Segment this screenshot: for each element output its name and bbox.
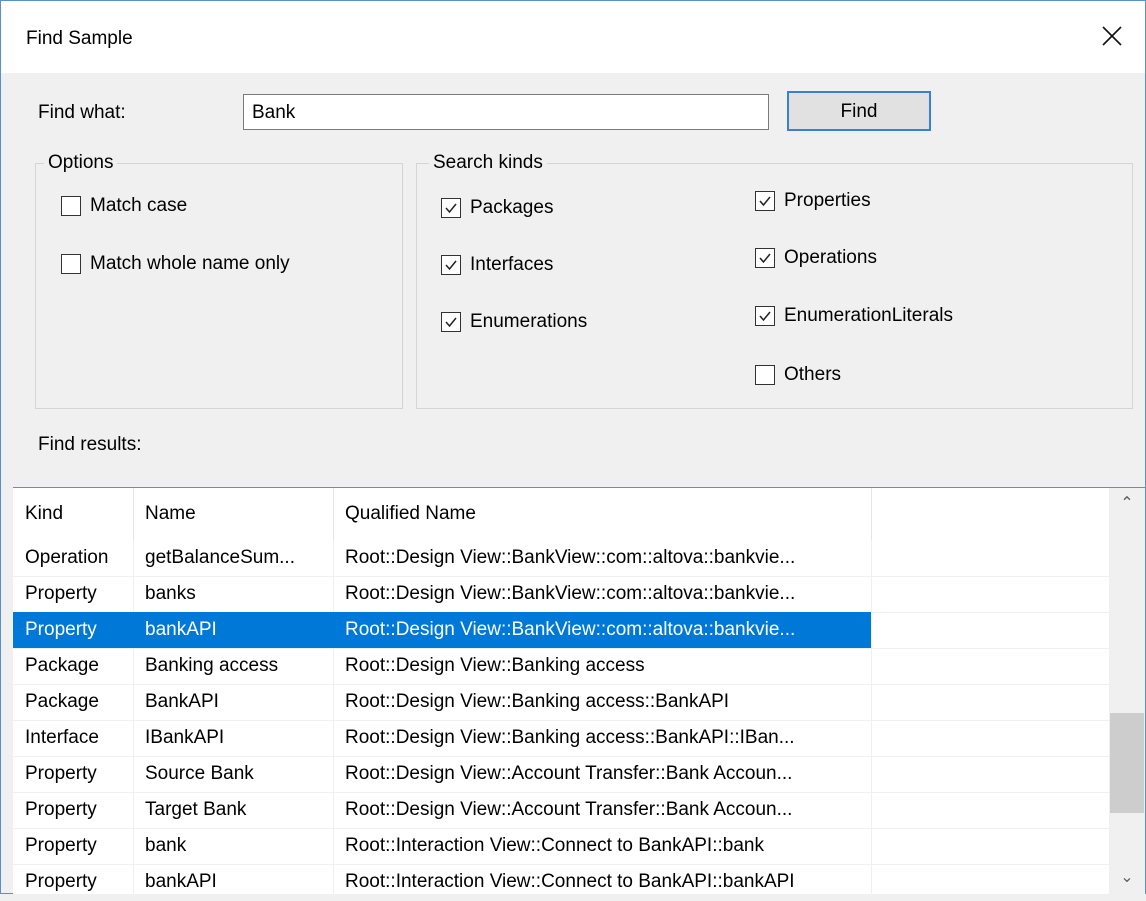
cell-name: Banking access (145, 655, 279, 676)
cell-qualified-name: Root::Design View::Banking access::BankA… (345, 691, 730, 712)
checkmark-icon (445, 260, 457, 271)
cell-kind: Property (25, 799, 97, 820)
checkmark-icon (759, 311, 771, 322)
packages-checkbox[interactable]: Packages (441, 196, 553, 220)
checkbox-box (755, 306, 775, 326)
cell-qualified-name: Root::Interaction View::Connect to BankA… (345, 835, 764, 856)
checkbox-label: Operations (784, 247, 877, 268)
column-divider[interactable] (871, 488, 872, 540)
column-divider[interactable] (333, 488, 334, 540)
checkbox-label: Match case (90, 195, 188, 216)
cell-kind: Property (25, 619, 97, 640)
cell-kind: Property (25, 871, 97, 892)
table-row[interactable]: Property Target Bank Root::Design View::Ac… (13, 792, 871, 828)
cell-kind: Property (25, 583, 97, 604)
find-what-value: Bank (252, 102, 296, 123)
find-button-label: Find (840, 101, 878, 122)
search-kinds-group-title: Search kinds (429, 152, 547, 174)
checkbox-label: Match whole name only (90, 253, 290, 274)
enumerations-checkbox[interactable]: Enumerations (441, 310, 587, 334)
find-what-label: Find what: (38, 102, 126, 123)
checkbox-label: Properties (784, 190, 871, 211)
others-checkbox[interactable]: Others (755, 363, 841, 387)
checkbox-label: Packages (470, 197, 554, 218)
vertical-scrollbar[interactable]: ⌃ ⌄ (1109, 488, 1145, 894)
table-row[interactable]: Property bankAPI Root::Interaction View::C… (13, 864, 871, 900)
table-header: Kind Name Qualified Name (13, 488, 1109, 540)
checkbox-label: Interfaces (470, 254, 554, 275)
cell-kind: Property (25, 763, 97, 784)
interfaces-checkbox[interactable]: Interfaces (441, 253, 553, 277)
table-row[interactable]: Property Source Bank Root::Design View::Ac… (13, 756, 871, 792)
checkmark-icon (445, 317, 457, 328)
checkbox-box (441, 198, 461, 218)
checkbox-box (755, 191, 775, 211)
match-case-checkbox[interactable]: Match case (61, 194, 187, 218)
table-row[interactable]: Package BankAPI Root::Design View::Banking… (13, 684, 871, 720)
grid-line (871, 540, 872, 894)
close-icon (1102, 26, 1122, 46)
column-header-name[interactable]: Name (145, 488, 333, 540)
column-header-qualified-name[interactable]: Qualified Name (345, 488, 870, 540)
cell-kind: Operation (25, 547, 109, 568)
find-results-label: Find results: (38, 434, 142, 455)
cell-name: IBankAPI (145, 727, 225, 748)
cell-qualified-name: Root::Design View::Banking access (345, 655, 645, 676)
checkmark-icon (759, 253, 771, 264)
checkbox-label: Enumerations (470, 311, 588, 332)
close-button[interactable] (1081, 1, 1145, 73)
checkmark-icon (445, 203, 457, 214)
cell-qualified-name: Root::Interaction View::Connect to BankA… (345, 871, 795, 892)
checkbox-label: Others (784, 364, 842, 385)
cell-kind: Interface (25, 727, 99, 748)
cell-kind: Package (25, 655, 99, 676)
find-what-input[interactable]: Bank (243, 94, 769, 130)
cell-name: bankAPI (145, 871, 217, 892)
cell-qualified-name: Root::Design View::BankView::com::altova… (345, 619, 796, 640)
cell-qualified-name: Root::Design View::BankView::com::altova… (345, 583, 796, 604)
chevron-up-icon[interactable]: ⌃ (1109, 488, 1145, 520)
cell-name: Source Bank (145, 763, 254, 784)
title-bar: Find Sample (1, 1, 1145, 73)
properties-checkbox[interactable]: Properties (755, 189, 871, 213)
find-sample-dialog: Find Sample Find what: Bank Find Options… (0, 0, 1146, 901)
checkbox-box (61, 254, 81, 274)
table-row[interactable]: Property banks Root::Design View::BankView… (13, 576, 871, 612)
checkbox-box (755, 248, 775, 268)
checkmark-icon (759, 196, 771, 207)
table-row[interactable]: Operation getBalanceSum... Root::Design Vi… (13, 540, 871, 576)
operations-checkbox[interactable]: Operations (755, 246, 877, 270)
checkbox-label: EnumerationLiterals (784, 305, 953, 326)
checkbox-box (441, 255, 461, 275)
cell-name: bankAPI (145, 619, 217, 640)
cell-qualified-name: Root::Design View::Banking access::BankA… (345, 727, 795, 748)
table-row[interactable]: Interface IBankAPI Root::Design View::Bank… (13, 720, 871, 756)
column-divider[interactable] (133, 488, 134, 540)
cell-name: BankAPI (145, 691, 219, 712)
column-header-kind[interactable]: Kind (25, 488, 135, 540)
cell-name: getBalanceSum... (145, 547, 295, 568)
cell-qualified-name: Root::Design View::BankView::com::altova… (345, 547, 796, 568)
cell-name: bank (145, 835, 187, 856)
scrollbar-thumb[interactable] (1110, 713, 1144, 813)
find-button[interactable]: Find (787, 91, 931, 131)
table-row[interactable]: Property bank Root::Interaction View::Conn… (13, 828, 871, 864)
table-row[interactable]: Property bankAPI Root::Design View::BankVi… (13, 612, 871, 648)
options-group-title: Options (44, 152, 118, 174)
dialog-title: Find Sample (26, 28, 133, 49)
cell-kind: Property (25, 835, 97, 856)
checkbox-box (61, 196, 81, 216)
cell-qualified-name: Root::Design View::Account Transfer::Ban… (345, 799, 793, 820)
match-whole-name-checkbox[interactable]: Match whole name only (61, 252, 290, 276)
cell-kind: Package (25, 691, 99, 712)
checkbox-box (441, 312, 461, 332)
cell-name: Target Bank (145, 799, 247, 820)
chevron-down-icon[interactable]: ⌄ (1109, 862, 1145, 894)
cell-qualified-name: Root::Design View::Account Transfer::Ban… (345, 763, 793, 784)
results-table[interactable]: Kind Name Qualified Name Operation getBal… (13, 487, 1145, 901)
checkbox-box (755, 365, 775, 385)
table-row[interactable]: Package Banking access Root::Design View::… (13, 648, 871, 684)
enumerationliterals-checkbox[interactable]: EnumerationLiterals (755, 304, 953, 328)
cell-name: banks (145, 583, 196, 604)
